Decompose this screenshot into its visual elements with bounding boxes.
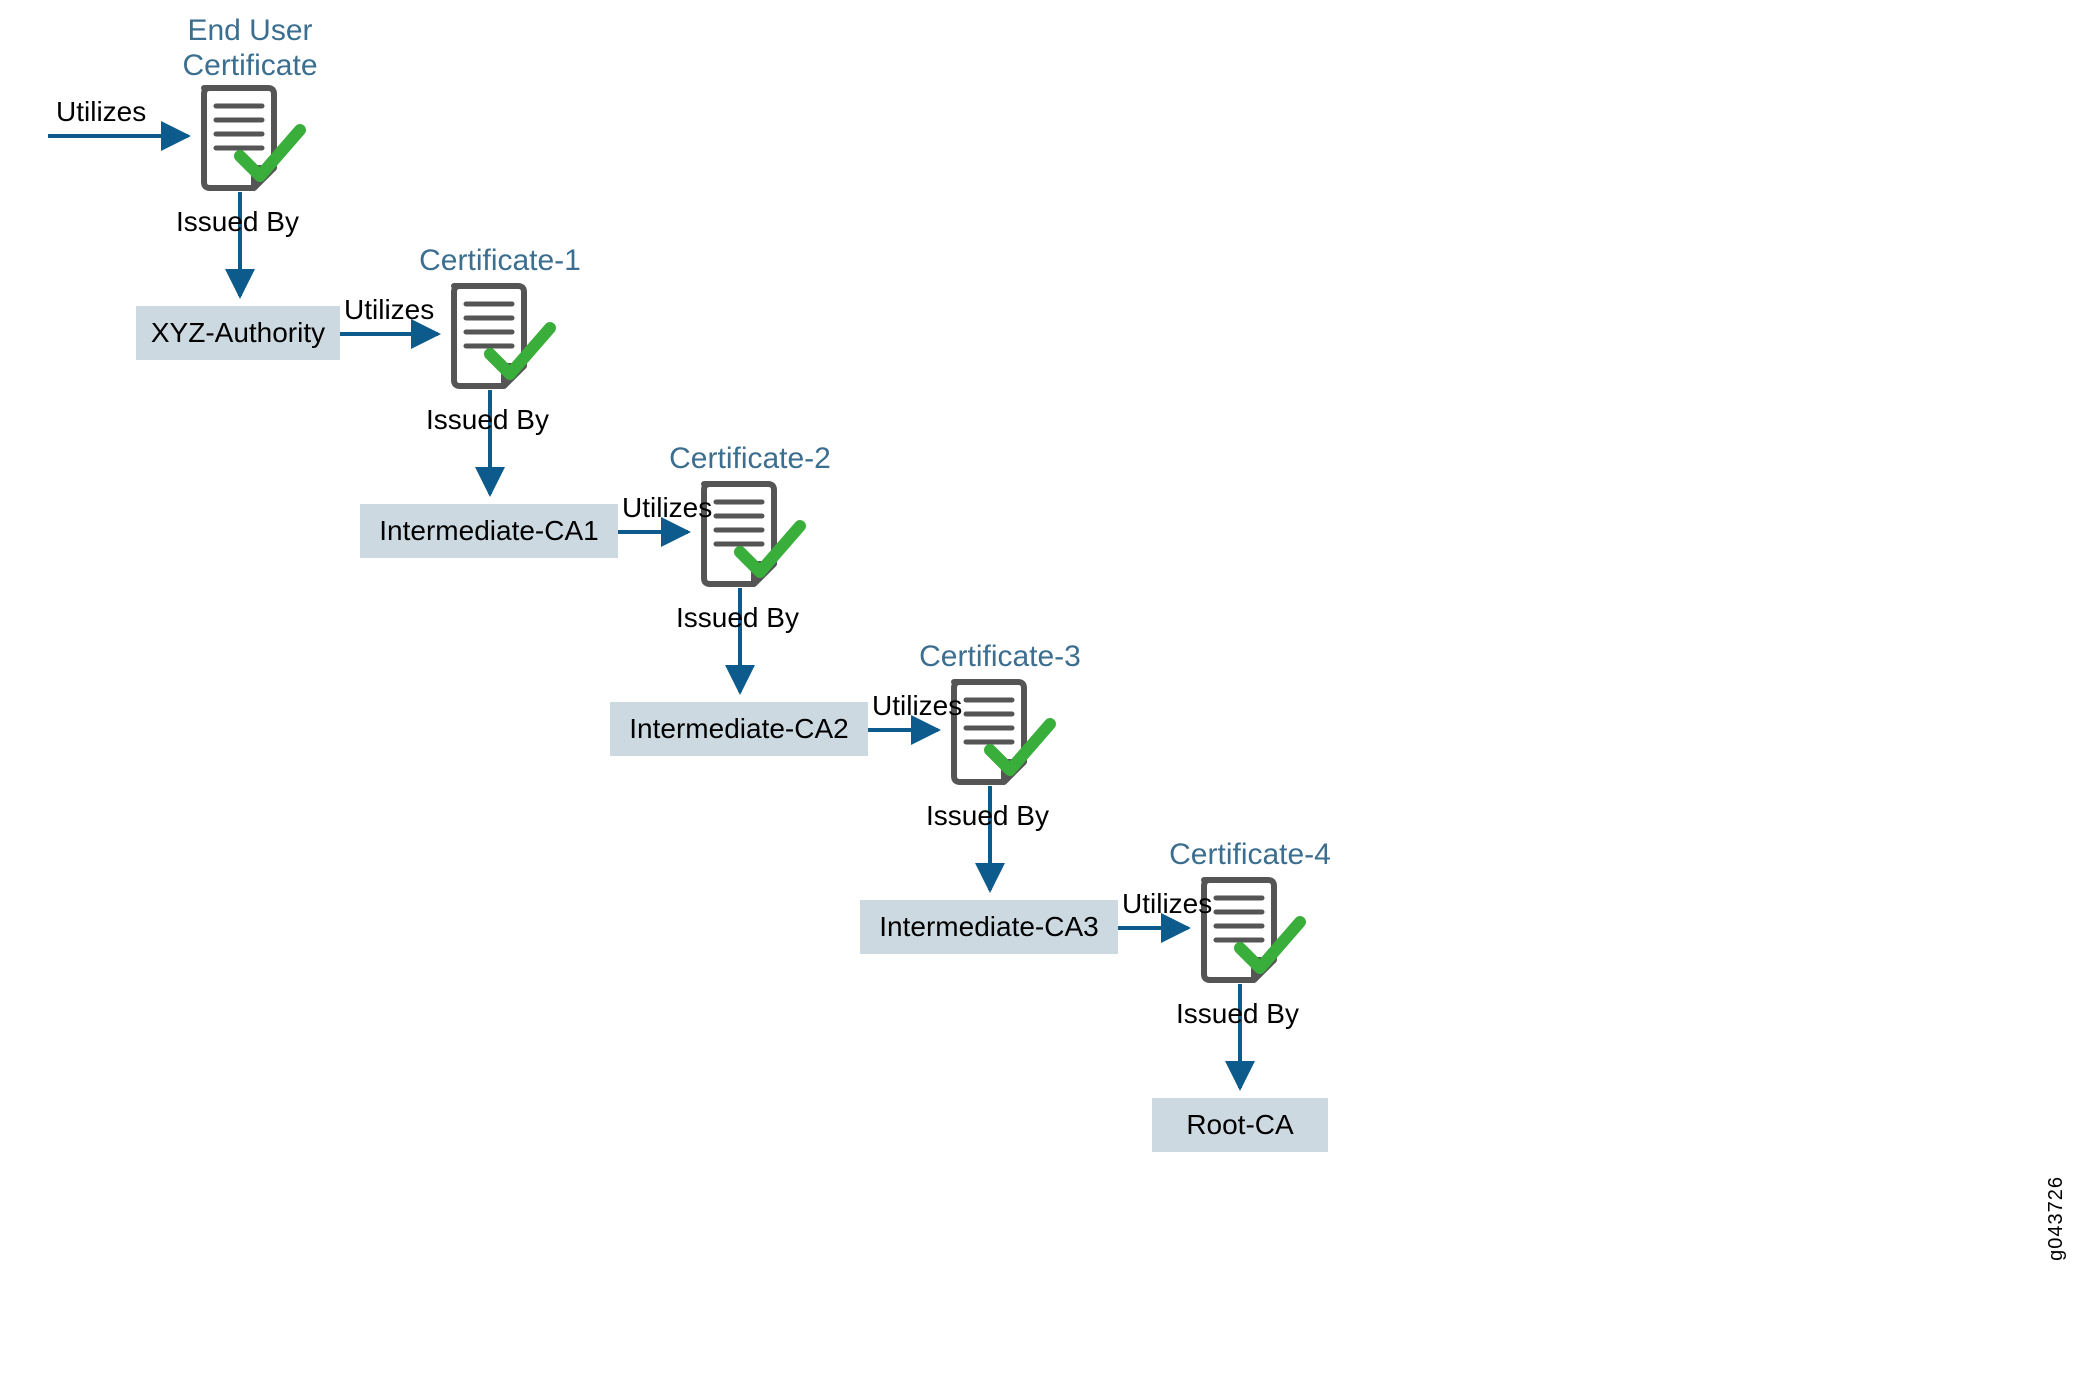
diagram-svg: [0, 0, 2100, 1377]
title-cert-4: Certificate-4: [1150, 838, 1350, 873]
label-utilizes-2: Utilizes: [622, 492, 712, 524]
label-issuedby-4: Issued By: [1176, 998, 1299, 1030]
cert-2-icon: [704, 484, 800, 584]
box-root-ca: Root-CA: [1152, 1098, 1328, 1152]
diagram-canvas: End User Certificate Certificate-1 Certi…: [0, 0, 2100, 1377]
label-issuedby-2: Issued By: [676, 602, 799, 634]
label-issuedby-3: Issued By: [926, 800, 1049, 832]
box-intermediate-ca3: Intermediate-CA3: [860, 900, 1118, 954]
label-utilizes-3: Utilizes: [872, 690, 962, 722]
label-issuedby-1: Issued By: [426, 404, 549, 436]
cert-4-icon: [1204, 880, 1300, 980]
title-cert-2: Certificate-2: [650, 442, 850, 477]
title-cert-3: Certificate-3: [900, 640, 1100, 675]
box-xyz-authority: XYZ-Authority: [136, 306, 340, 360]
figure-reference: g043726: [2045, 1176, 2068, 1261]
label-utilizes-0: Utilizes: [56, 96, 146, 128]
label-utilizes-4: Utilizes: [1122, 888, 1212, 920]
cert-3-icon: [954, 682, 1050, 782]
title-end-user-cert: End User Certificate: [160, 14, 340, 83]
box-intermediate-ca2: Intermediate-CA2: [610, 702, 868, 756]
label-utilizes-1: Utilizes: [344, 294, 434, 326]
box-intermediate-ca1: Intermediate-CA1: [360, 504, 618, 558]
label-issuedby-0: Issued By: [176, 206, 299, 238]
cert-end-user-icon: [204, 88, 300, 188]
title-cert-1: Certificate-1: [400, 244, 600, 279]
cert-1-icon: [454, 286, 550, 386]
